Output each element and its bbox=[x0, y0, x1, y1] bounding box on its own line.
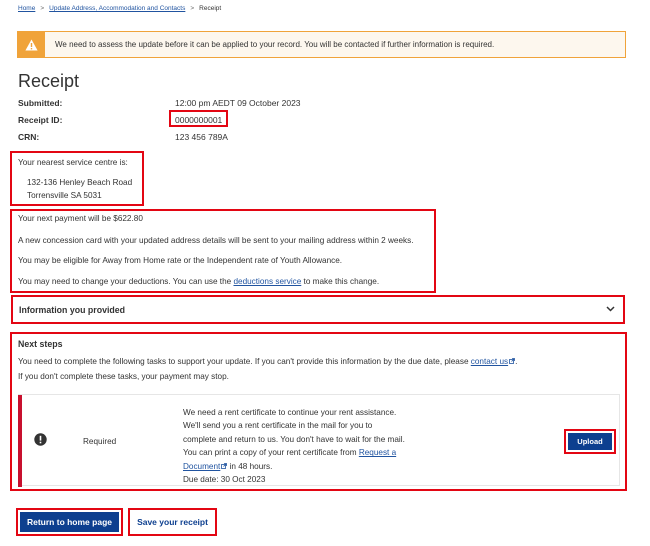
task-line4-prefix: You can print a copy of your rent certif… bbox=[183, 448, 359, 458]
breadcrumb-current: Receipt bbox=[199, 5, 222, 12]
task-status-bar bbox=[18, 395, 22, 487]
save-receipt-highlight: Save your receipt bbox=[128, 508, 217, 536]
crn-label: CRN: bbox=[18, 132, 40, 142]
service-centre-address-line1: 132-136 Henley Beach Road bbox=[27, 178, 133, 187]
return-home-highlight: Return to home page bbox=[16, 508, 123, 536]
next-steps-intro-line2: If you don't complete these tasks, your … bbox=[18, 372, 229, 381]
chevron-down-icon[interactable] bbox=[605, 303, 616, 314]
deductions-suffix: to make this change. bbox=[301, 277, 380, 286]
next-steps-box: Next steps You need to complete the foll… bbox=[10, 332, 627, 491]
contact-us-link-label: contact us bbox=[470, 357, 509, 366]
task-line1: We need a rent certificate to continue y… bbox=[183, 408, 397, 417]
task-line3: complete and return to us. You don't hav… bbox=[183, 434, 405, 444]
payment-info-box: Your next payment will be $622.80 A new … bbox=[10, 209, 436, 293]
warning-alert: We need to assess the update before it c… bbox=[17, 31, 626, 58]
breadcrumb-separator: > bbox=[190, 5, 195, 12]
page-title: Receipt bbox=[18, 71, 80, 91]
receipt-id-label: Receipt ID: bbox=[18, 115, 63, 125]
warning-icon bbox=[25, 39, 38, 50]
submitted-value: 12:00 pm AEDT 09 October 2023 bbox=[175, 98, 301, 108]
task-status-label: Required bbox=[83, 437, 117, 446]
task-line4: You can print a copy of your rent certif… bbox=[183, 446, 405, 459]
service-centre-address-line2: Torrensville SA 5031 bbox=[27, 191, 102, 200]
task-line2: We'll send you a rent certificate in the… bbox=[183, 421, 373, 431]
exclamation-circle-icon bbox=[34, 433, 47, 446]
deductions-prefix: You may need to change your deductions. … bbox=[18, 277, 234, 286]
task-due-date: Due date: 30 Oct 2023 bbox=[183, 475, 266, 485]
warning-icon-box bbox=[18, 32, 45, 57]
deductions-service-link[interactable]: deductions service bbox=[233, 277, 301, 286]
eligibility-text: You may be eligible for Away from Home r… bbox=[18, 256, 343, 265]
return-home-button[interactable]: Return to home page bbox=[20, 512, 119, 532]
next-steps-intro: You need to complete the following tasks… bbox=[18, 357, 517, 366]
breadcrumb-home-link[interactable]: Home bbox=[18, 5, 35, 12]
request-document-link[interactable]: Request a bbox=[359, 448, 396, 457]
crn-value: 123 456 789A bbox=[175, 132, 228, 142]
task-card: Required We need a rent certificate to c… bbox=[18, 394, 620, 487]
breadcrumb-separator: > bbox=[40, 5, 45, 12]
next-payment-text: Your next payment will be $622.80 bbox=[18, 214, 143, 223]
concession-text: A new concession card with your updated … bbox=[18, 236, 414, 245]
upload-highlight: Upload bbox=[564, 429, 616, 454]
alert-message: We need to assess the update before it c… bbox=[55, 40, 495, 49]
next-steps-intro-suffix: . bbox=[515, 357, 518, 366]
task-description: We need a rent certificate to continue y… bbox=[183, 406, 405, 486]
contact-us-link[interactable]: contact us bbox=[470, 357, 516, 366]
service-centre-intro: Your nearest service centre is: bbox=[18, 158, 128, 167]
next-steps-title: Next steps bbox=[18, 339, 63, 349]
request-document-link-label: Document bbox=[183, 461, 221, 471]
accordion-title: Information you provided bbox=[19, 305, 126, 315]
next-steps-intro-prefix: You need to complete the following tasks… bbox=[18, 357, 471, 366]
submitted-label: Submitted: bbox=[18, 98, 63, 108]
receipt-id-value: 0000000001 bbox=[175, 115, 223, 125]
save-receipt-button[interactable]: Save your receipt bbox=[132, 512, 213, 532]
breadcrumb: Home > Update Address, Accommodation and C… bbox=[18, 5, 221, 12]
deductions-text: You may need to change your deductions. … bbox=[18, 277, 379, 286]
information-provided-accordion[interactable]: Information you provided bbox=[11, 295, 625, 324]
service-centre-box: Your nearest service centre is: 132-136 … bbox=[10, 151, 144, 206]
receipt-id-highlight: 0000000001 bbox=[169, 110, 228, 127]
task-line5: Document in 48 hours. bbox=[183, 460, 405, 473]
request-document-link-cont[interactable]: Document bbox=[183, 461, 228, 471]
task-line5-suffix: in 48 hours. bbox=[227, 461, 273, 471]
breadcrumb-parent-link[interactable]: Update Address, Accommodation and Contac… bbox=[49, 5, 185, 12]
upload-button[interactable]: Upload bbox=[568, 433, 612, 450]
